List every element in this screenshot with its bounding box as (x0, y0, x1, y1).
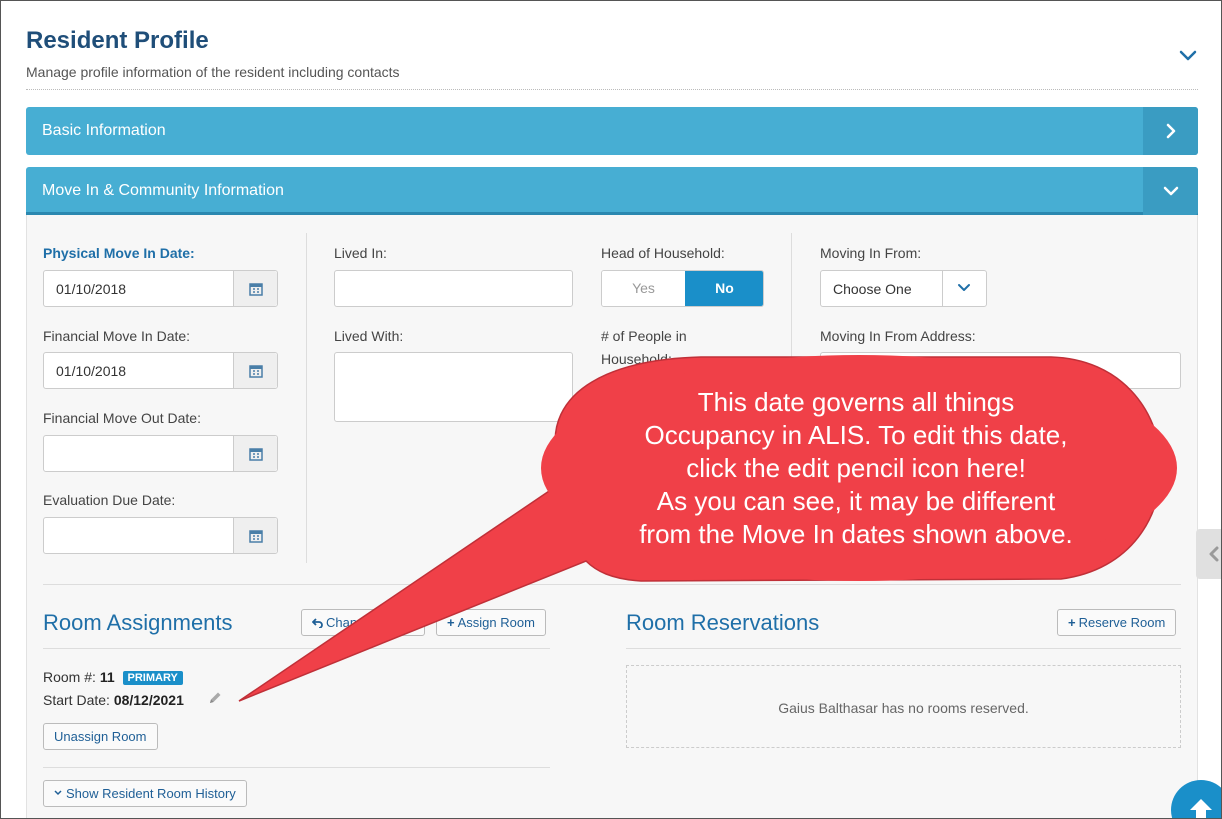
expand-button[interactable] (1143, 107, 1198, 155)
chevron-right-icon (1166, 123, 1176, 139)
room-number-line: Room #: 11 PRIMARY (43, 669, 183, 685)
room-value: 11 (99, 669, 115, 685)
chevron-left-icon (1209, 546, 1219, 562)
callout-line: from the Move In dates shown above. (639, 519, 1073, 549)
button-label: Change Room (326, 615, 410, 630)
button-label: Unassign Room (54, 729, 147, 744)
page-subtitle: Manage profile information of the reside… (26, 64, 400, 80)
side-drawer-tab[interactable] (1196, 529, 1221, 579)
toggle-yes[interactable]: Yes (602, 271, 685, 306)
room-reservations-title: Room Reservations (626, 610, 820, 635)
divider (43, 648, 550, 649)
arrow-up-icon (1190, 799, 1212, 818)
calendar-icon (249, 365, 263, 378)
section-divider (43, 584, 1181, 585)
empty-message: Gaius Balthasar has no rooms reserved. (778, 700, 1029, 716)
evaluation-due-label: Evaluation Due Date: (43, 492, 176, 508)
reserve-room-button[interactable]: + Reserve Room (1057, 609, 1177, 636)
button-label: Show Resident Room History (66, 786, 236, 801)
financial-move-in-label: Financial Move In Date: (43, 328, 191, 344)
button-label: Reserve Room (1078, 615, 1166, 630)
room-assignments-title: Room Assignments (43, 610, 233, 635)
financial-move-out-date-input[interactable] (43, 435, 278, 472)
financial-move-in-date-input[interactable]: 01/10/2018 (43, 352, 278, 389)
show-room-history-button[interactable]: Show Resident Room History (43, 780, 247, 807)
lived-in-input[interactable] (334, 270, 573, 307)
callout-line: This date governs all things (697, 387, 1015, 417)
lived-in-label: Lived In: (334, 245, 387, 261)
panel-label: Basic Information (42, 122, 166, 139)
toggle-no[interactable]: No (685, 271, 763, 306)
moving-in-from-address-input[interactable] (820, 352, 1181, 389)
panel-label: Move In & Community Information (42, 182, 284, 199)
select-value: Choose One (833, 281, 912, 297)
select-arrow[interactable] (942, 271, 986, 306)
date-value: 01/10/2018 (56, 363, 127, 379)
reservations-empty-state: Gaius Balthasar has no rooms reserved. (626, 665, 1181, 748)
calendar-button[interactable] (233, 271, 277, 306)
lived-with-textarea[interactable] (334, 352, 573, 422)
calendar-button[interactable] (233, 353, 277, 388)
column-divider (306, 233, 307, 563)
pencil-icon[interactable] (208, 691, 222, 705)
callout-line: Occupancy in ALIS. To edit this date, (644, 420, 1068, 450)
lived-with-label: Lived With: (334, 328, 404, 344)
moving-in-from-address-label: Moving In From Address: (820, 328, 976, 344)
unassign-room-button[interactable]: Unassign Room (43, 723, 158, 750)
start-date-line: Start Date: 08/12/2021 (43, 692, 184, 708)
calendar-button[interactable] (233, 436, 277, 471)
assign-room-button[interactable]: + Assign Room (436, 609, 546, 636)
divider (43, 767, 550, 768)
callout-line: click the edit pencil icon here! (686, 453, 1026, 483)
undo-icon (311, 618, 323, 629)
moving-in-from-label: Moving In From: (820, 245, 922, 261)
chevron-down-icon (958, 284, 970, 291)
move-in-panel-header[interactable]: Move In & Community Information (26, 167, 1198, 215)
calendar-button[interactable] (233, 518, 277, 553)
people-in-household-label: # of People in (601, 328, 687, 344)
head-of-household-toggle[interactable]: Yes No (601, 270, 764, 307)
head-of-household-label: Head of Household: (601, 245, 725, 261)
evaluation-due-date-input[interactable] (43, 517, 278, 554)
start-date-value: 08/12/2021 (113, 692, 184, 708)
divider (626, 648, 1181, 649)
header-divider (26, 89, 1198, 90)
room-label: Room #: (43, 669, 96, 685)
chevron-down-icon[interactable] (1175, 43, 1201, 69)
change-room-button[interactable]: Change Room (301, 609, 425, 636)
calendar-icon (249, 283, 263, 296)
app-frame: Resident Profile Manage profile informat… (0, 0, 1222, 819)
financial-move-out-label: Financial Move Out Date: (43, 410, 201, 426)
callout-line: As you can see, it may be different (656, 486, 1056, 516)
people-in-household-label-2: Household: (601, 351, 672, 367)
chevron-down-icon (1163, 186, 1179, 196)
collapse-button[interactable] (1143, 167, 1198, 215)
plus-icon: + (447, 615, 455, 630)
button-label: Assign Room (457, 615, 535, 630)
moving-in-from-select[interactable]: Choose One (820, 270, 987, 307)
basic-information-panel-header[interactable]: Basic Information (26, 107, 1198, 155)
primary-badge: PRIMARY (122, 671, 183, 685)
date-value: 01/10/2018 (56, 281, 127, 297)
plus-icon: + (1068, 615, 1076, 630)
calendar-icon (249, 530, 263, 543)
page-title: Resident Profile (26, 27, 209, 54)
physical-move-in-date-input[interactable]: 01/10/2018 (43, 270, 278, 307)
calendar-icon (249, 448, 263, 461)
start-date-label: Start Date: (43, 692, 110, 708)
callout-text: This date governs all things Occupancy i… (561, 386, 1151, 551)
chevron-down-icon (54, 790, 62, 796)
physical-move-in-label: Physical Move In Date: (43, 245, 195, 261)
